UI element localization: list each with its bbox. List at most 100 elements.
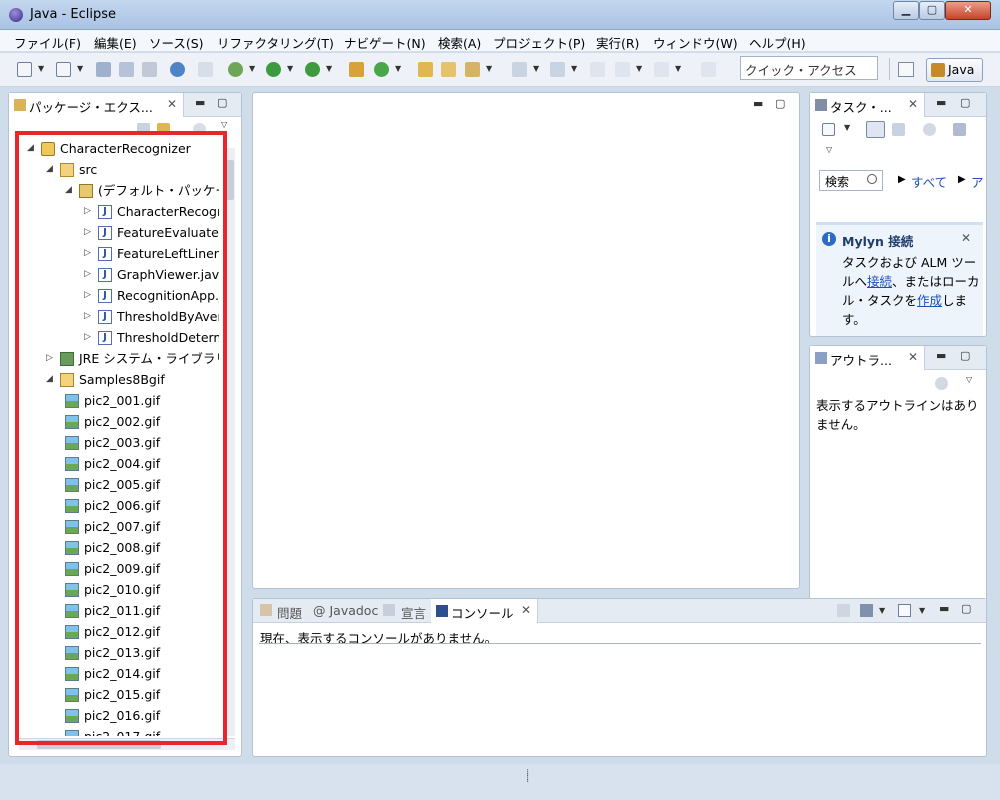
hide-completed-icon[interactable] [953,123,966,136]
console-divider [259,643,981,644]
chevron-down-icon[interactable]: ▼ [249,64,255,73]
connect-link[interactable]: 接続 [867,274,892,289]
chevron-down-icon[interactable]: ▼ [571,64,577,73]
menu-run[interactable]: 実行(R) [596,33,639,52]
pin-console-icon[interactable] [837,604,850,617]
previous-annotation-icon[interactable] [550,62,565,77]
close-icon[interactable]: ✕ [961,231,971,245]
chevron-down-icon[interactable]: ▼ [919,606,925,615]
tab-task-list[interactable]: タスク・... ✕ [810,93,925,117]
menu-project[interactable]: プロジェクト(P) [493,33,585,52]
save-all-icon[interactable] [119,62,134,77]
search-icon[interactable] [465,62,480,77]
search-label: 検索 [825,175,850,189]
maximize-view-icon[interactable]: ▢ [960,349,970,362]
gear-icon[interactable] [170,62,185,77]
minimize-button[interactable]: ▁ [893,1,919,20]
tab-package-explorer[interactable]: パッケージ・エクス... ✕ [9,93,184,117]
maximize-button[interactable]: ▢ [919,1,945,20]
minimize-view-icon[interactable]: ▬ [936,349,946,362]
window-titlebar: Java - Eclipse ▁ ▢ ✕ [0,0,1000,30]
perspective-label: Java [948,62,975,77]
close-icon[interactable]: ✕ [167,97,177,111]
open-folder-icon[interactable] [441,62,456,77]
menu-help[interactable]: ヘルプ(H) [749,33,806,52]
menu-bar: ファイル(F) 編集(E) ソース(S) リファクタリング(T) ナビゲート(N… [0,30,1000,52]
trim-grip-icon[interactable]: ⁞ ⁞ [526,769,529,785]
new-file-icon[interactable] [56,62,71,77]
maximize-view-icon[interactable]: ▢ [217,96,227,109]
java-perspective-button[interactable]: Java [926,58,983,82]
maximize-view-icon[interactable]: ▢ [960,96,970,109]
menu-search[interactable]: 検索(A) [438,33,481,52]
minimize-view-icon[interactable]: ▬ [753,97,763,110]
tab-javadoc[interactable]: @ Javadoc [313,603,378,618]
chevron-down-icon[interactable]: ▼ [636,64,642,73]
forward-icon[interactable] [654,62,669,77]
new-console-icon[interactable] [898,604,911,617]
close-icon[interactable]: ✕ [908,97,918,111]
console-icon [436,605,448,617]
minimize-view-icon[interactable]: ▬ [195,96,205,109]
focus-icon[interactable] [935,377,948,390]
chevron-down-icon[interactable]: ▼ [844,123,850,132]
debug-icon[interactable] [228,62,243,77]
next-annotation-icon[interactable] [512,62,527,77]
view-menu-icon[interactable]: ▽ [966,375,972,384]
tab-console[interactable]: コンソール ✕ [431,599,538,623]
new-package-icon[interactable] [349,62,364,77]
new-icon[interactable] [17,62,32,77]
close-button[interactable]: ✕ [945,1,991,20]
pin-editor-icon[interactable] [701,62,716,77]
open-type-icon[interactable] [418,62,433,77]
create-link[interactable]: 作成 [917,293,942,308]
console-message: 現在、表示するコンソールがありません。 [260,631,498,646]
menu-window[interactable]: ウィンドウ(W) [653,33,738,52]
chevron-down-icon[interactable]: ▼ [486,64,492,73]
activate-link[interactable]: ア [971,172,984,191]
chevron-down-icon[interactable]: ▼ [38,64,44,73]
new-class-icon[interactable] [374,62,389,77]
chevron-down-icon[interactable]: ▼ [675,64,681,73]
menu-refactor[interactable]: リファクタリング(T) [217,33,334,52]
quick-access-input[interactable]: クイック・アクセス [740,56,878,80]
eclipse-icon [9,8,23,22]
maximize-view-icon[interactable]: ▢ [961,602,971,615]
menu-edit[interactable]: 編集(E) [94,33,137,52]
menu-navigate[interactable]: ナビゲート(N) [344,33,426,52]
chevron-down-icon[interactable]: ▼ [77,64,83,73]
menu-source[interactable]: ソース(S) [149,33,204,52]
skip-breakpoints-icon[interactable] [198,62,213,77]
chevron-down-icon[interactable]: ▼ [533,64,539,73]
view-menu-icon[interactable]: ▽ [826,145,832,154]
chevron-down-icon[interactable]: ▼ [326,64,332,73]
chevron-down-icon[interactable]: ▼ [287,64,293,73]
status-bar [0,764,1000,800]
tab-problems[interactable]: 問題 [277,603,302,622]
display-console-icon[interactable] [860,604,873,617]
back-icon[interactable] [615,62,630,77]
focus-icon[interactable] [923,123,936,136]
scheduled-icon[interactable] [892,123,905,136]
view-menu-icon[interactable]: ▽ [221,120,227,129]
tab-declaration[interactable]: 宣言 [401,603,426,622]
minimize-view-icon[interactable]: ▬ [939,602,949,615]
maximize-view-icon[interactable]: ▢ [775,97,785,110]
task-search-input[interactable]: 検索 [819,170,883,191]
open-perspective-icon[interactable] [898,62,914,77]
close-icon[interactable]: ✕ [908,350,918,364]
run-icon[interactable] [266,62,281,77]
run-external-icon[interactable] [305,62,320,77]
chevron-down-icon[interactable]: ▼ [879,606,885,615]
close-icon[interactable]: ✕ [521,603,531,617]
save-icon[interactable] [96,62,111,77]
new-task-icon[interactable] [822,123,835,136]
menu-file[interactable]: ファイル(F) [14,33,81,52]
print-icon[interactable] [142,62,157,77]
last-edit-icon[interactable] [590,62,605,77]
chevron-down-icon[interactable]: ▼ [395,64,401,73]
categorized-icon[interactable] [866,121,885,138]
tab-outline[interactable]: アウトラ... ✕ [810,346,925,370]
all-tasks-link[interactable]: すべて [911,172,947,191]
minimize-view-icon[interactable]: ▬ [936,96,946,109]
